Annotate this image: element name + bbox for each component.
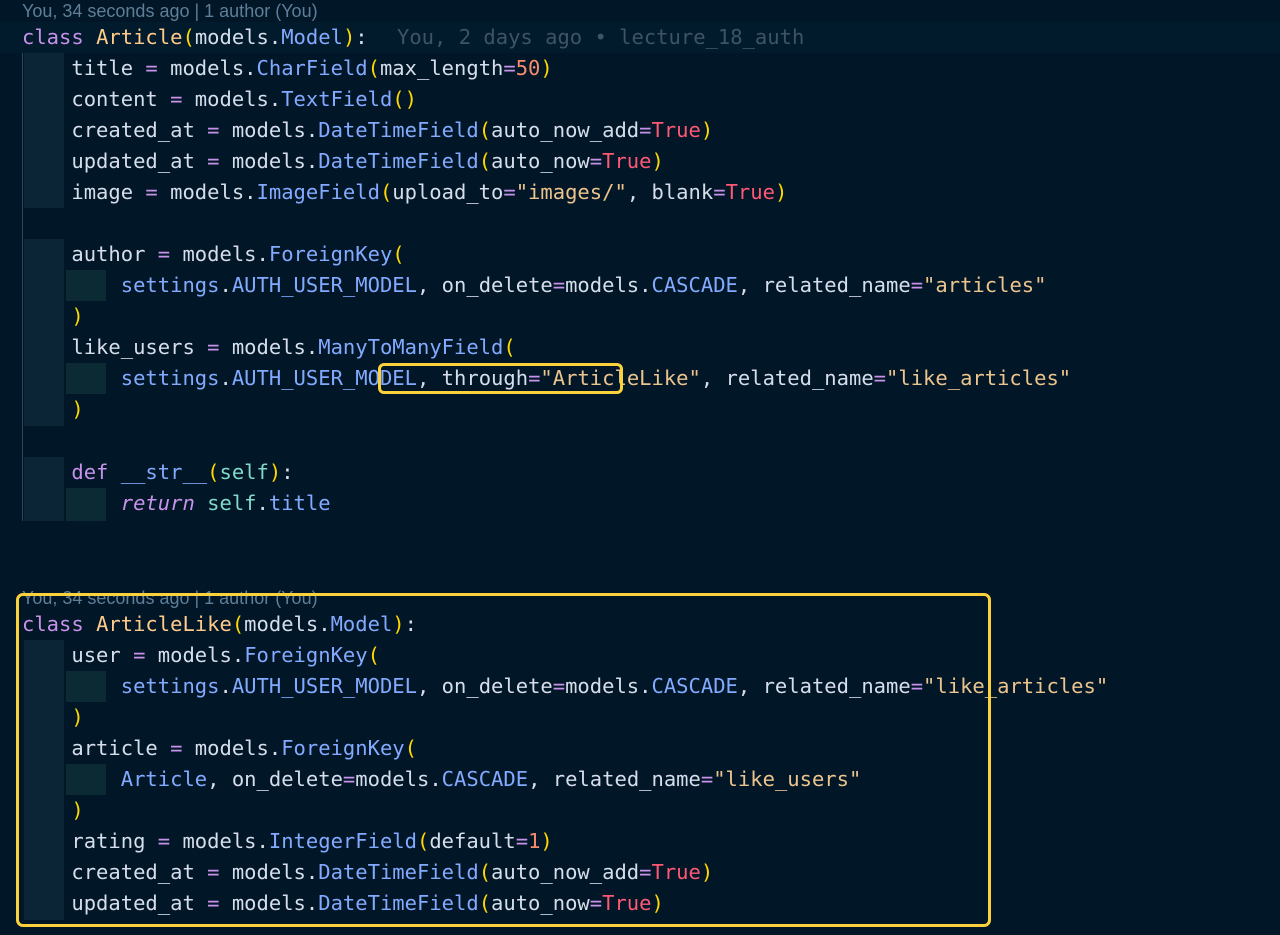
code-line[interactable] — [0, 519, 1280, 550]
code-line[interactable]: Article, on_delete=models.CASCADE, relat… — [0, 764, 1280, 795]
code-line[interactable]: return self.title — [0, 488, 1280, 519]
code-line-text: content = models.TextField() — [22, 87, 417, 111]
code-line-text: article = models.ForeignKey( — [22, 736, 417, 760]
inline-blame: You, 2 days ago • lecture_18_auth — [397, 25, 805, 49]
code-line[interactable]: created_at = models.DateTimeField(auto_n… — [0, 857, 1280, 888]
codelens-blame[interactable]: You, 34 seconds ago | 1 author (You) — [22, 0, 318, 22]
code-line[interactable]: class ArticleLike(models.Model): — [0, 609, 1280, 640]
code-line[interactable] — [0, 208, 1280, 239]
code-line[interactable]: settings.AUTH_USER_MODEL, through="Artic… — [0, 363, 1280, 394]
code-line-text: ) — [71, 798, 84, 822]
code-line[interactable]: content = models.TextField() — [0, 84, 1280, 115]
code-line-text: created_at = models.DateTimeField(auto_n… — [22, 860, 714, 884]
code-line[interactable] — [0, 575, 1280, 585]
code-line[interactable]: like_users = models.ManyToManyField( — [0, 332, 1280, 363]
code-line-text: title = models.CharField(max_length=50) — [22, 56, 553, 80]
code-line-text: ) — [71, 397, 84, 421]
code-line[interactable]: ) — [0, 702, 1280, 733]
code-line-text: settings.AUTH_USER_MODEL, on_delete=mode… — [120, 273, 1047, 297]
code-line[interactable]: ) — [0, 301, 1280, 332]
code-line[interactable]: ) — [0, 394, 1280, 425]
code-line-text: created_at = models.DateTimeField(auto_n… — [22, 118, 714, 142]
code-editor[interactable]: You, 34 seconds ago | 1 author (You) You… — [0, 0, 1280, 935]
code-line[interactable]: def __str__(self): — [0, 457, 1280, 488]
code-line-text: image = models.ImageField(upload_to="ima… — [22, 180, 788, 204]
code-line[interactable]: title = models.CharField(max_length=50) — [0, 53, 1280, 84]
code-line-text: updated_at = models.DateTimeField(auto_n… — [22, 149, 664, 173]
code-line[interactable] — [0, 425, 1280, 456]
code-line-text: return self.title — [120, 491, 331, 515]
code-line[interactable]: image = models.ImageField(upload_to="ima… — [0, 177, 1280, 208]
code-line[interactable]: settings.AUTH_USER_MODEL, on_delete=mode… — [0, 270, 1280, 301]
code-line-text: ) — [71, 304, 84, 328]
code-line[interactable]: ) — [0, 795, 1280, 826]
code-line-text: settings.AUTH_USER_MODEL, through="Artic… — [120, 366, 1072, 390]
codelens-blame[interactable]: You, 34 seconds ago | 1 author (You) — [22, 587, 318, 609]
code-line[interactable]: settings.AUTH_USER_MODEL, on_delete=mode… — [0, 671, 1280, 702]
code-line[interactable]: updated_at = models.DateTimeField(auto_n… — [0, 146, 1280, 177]
code-line-text: rating = models.IntegerField(default=1) — [22, 829, 553, 853]
code-line-text: def __str__(self): — [71, 460, 294, 484]
code-line[interactable]: user = models.ForeignKey( — [0, 640, 1280, 671]
code-line[interactable]: rating = models.IntegerField(default=1) — [0, 826, 1280, 857]
code-line-text: class Article(models.Model): — [22, 25, 368, 49]
code-line-text: updated_at = models.DateTimeField(auto_n… — [22, 891, 664, 915]
code-line-text: settings.AUTH_USER_MODEL, on_delete=mode… — [120, 674, 1109, 698]
code-line[interactable]: class Article(models.Model): You, 2 days… — [0, 22, 1280, 53]
code-line[interactable]: author = models.ForeignKey( — [0, 239, 1280, 270]
code-line-text: class ArticleLike(models.Model): — [22, 612, 417, 636]
code-line-text: like_users = models.ManyToManyField( — [22, 335, 516, 359]
code-line-text: user = models.ForeignKey( — [22, 643, 380, 667]
code-line-text: ) — [71, 705, 84, 729]
code-line[interactable]: created_at = models.DateTimeField(auto_n… — [0, 115, 1280, 146]
code-line-text: Article, on_delete=models.CASCADE, relat… — [120, 767, 862, 791]
code-line[interactable]: updated_at = models.DateTimeField(auto_n… — [0, 888, 1280, 919]
code-line[interactable]: article = models.ForeignKey( — [0, 733, 1280, 764]
code-line-text: author = models.ForeignKey( — [22, 242, 405, 266]
